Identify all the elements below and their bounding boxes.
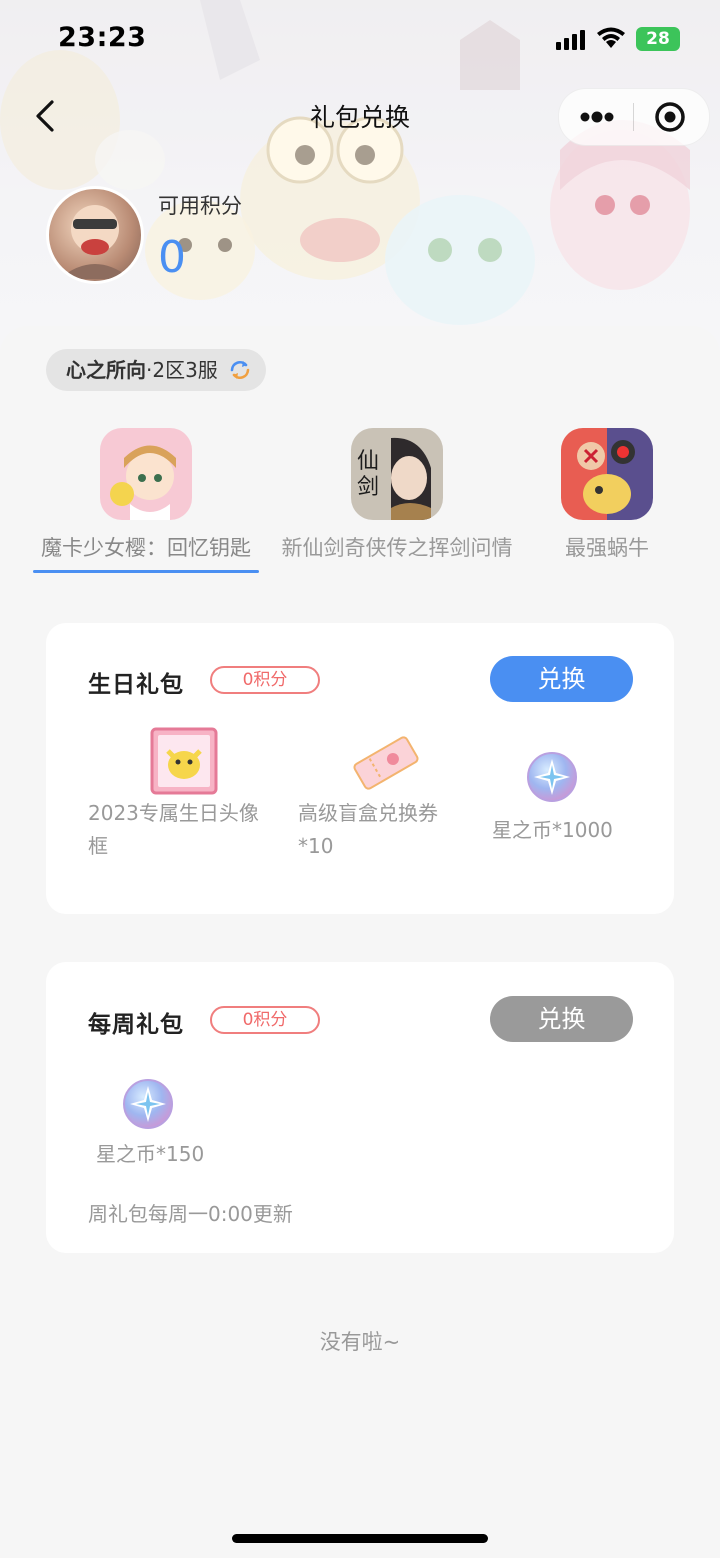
battery-indicator: 28: [636, 27, 680, 51]
active-tab-underline: [33, 570, 259, 573]
avatar-image: [59, 205, 131, 279]
svg-text:仙: 仙: [357, 449, 379, 474]
package-cost-badge: 0积分: [210, 666, 320, 694]
package-card-weekly: 每周礼包 0积分 兑换 星之币*150 周礼包每周一0:00更新: [46, 962, 674, 1253]
redeem-button[interactable]: 兑换: [490, 656, 633, 702]
more-button[interactable]: [559, 89, 634, 145]
points-value: 0: [158, 232, 186, 283]
star-coin-icon: [527, 752, 577, 802]
miniprogram-capsule: [558, 88, 710, 146]
server-game-name: 心之所向: [66, 358, 146, 382]
reward-label: 高级盲盒兑换券 *10: [298, 801, 438, 858]
server-zone: ·2区3服: [146, 358, 218, 382]
server-selector[interactable]: 心之所向·2区3服: [46, 349, 266, 391]
refresh-icon[interactable]: [228, 358, 252, 382]
target-close-icon: [655, 102, 685, 132]
reward-label: 2023专属生日头像 框: [88, 801, 259, 858]
tab-game-3[interactable]: 最强蜗牛: [544, 428, 670, 562]
redeem-button-disabled[interactable]: 兑换: [490, 996, 633, 1042]
ticket-icon: [353, 736, 419, 790]
status-bar: 23:23 28: [0, 0, 720, 78]
status-time: 23:23: [58, 22, 147, 53]
wifi-icon: [597, 27, 625, 48]
game-icon-xianjian: 仙 剑: [351, 428, 443, 520]
game-tabs: 魔卡少女樱：回忆钥匙 仙 剑 新仙剑奇侠传之挥剑问情 最强蜗牛: [0, 428, 720, 578]
avatar: [46, 186, 144, 284]
end-of-list-text: 没有啦~: [319, 1330, 401, 1354]
game-icon-cardcaptor: [100, 428, 192, 520]
navigation-bar: 礼包兑换: [0, 86, 720, 146]
points-label: 可用积分: [158, 194, 242, 218]
star-coin-icon: [123, 1079, 173, 1129]
avatar-frame-icon: [150, 727, 218, 795]
game-name: 最强蜗牛: [565, 536, 649, 560]
package-title: 生日礼包: [88, 672, 184, 698]
reward-label: 星之币*150: [96, 1142, 205, 1166]
tab-game-2[interactable]: 仙 剑 新仙剑奇侠传之挥剑问情: [272, 428, 522, 562]
game-name: 魔卡少女樱：回忆钥匙: [41, 536, 251, 560]
game-icon-snail: [561, 428, 653, 520]
tab-game-1[interactable]: 魔卡少女樱：回忆钥匙: [33, 428, 259, 562]
close-miniprogram-button[interactable]: [634, 89, 709, 145]
cellular-signal-icon: [556, 30, 585, 50]
game-name: 新仙剑奇侠传之挥剑问情: [281, 536, 513, 560]
svg-text:剑: 剑: [357, 475, 379, 500]
more-dots-icon: [580, 111, 614, 123]
home-indicator[interactable]: [232, 1534, 488, 1543]
package-card-birthday: 生日礼包 0积分 兑换 2023专属生日头像 框 高级盲盒兑换券 *10 星之币…: [46, 623, 674, 914]
weekly-refresh-note: 周礼包每周一0:00更新: [88, 1202, 293, 1226]
reward-label: 星之币*1000: [492, 818, 613, 842]
package-cost-badge: 0积分: [210, 1006, 320, 1034]
package-title: 每周礼包: [88, 1012, 184, 1038]
